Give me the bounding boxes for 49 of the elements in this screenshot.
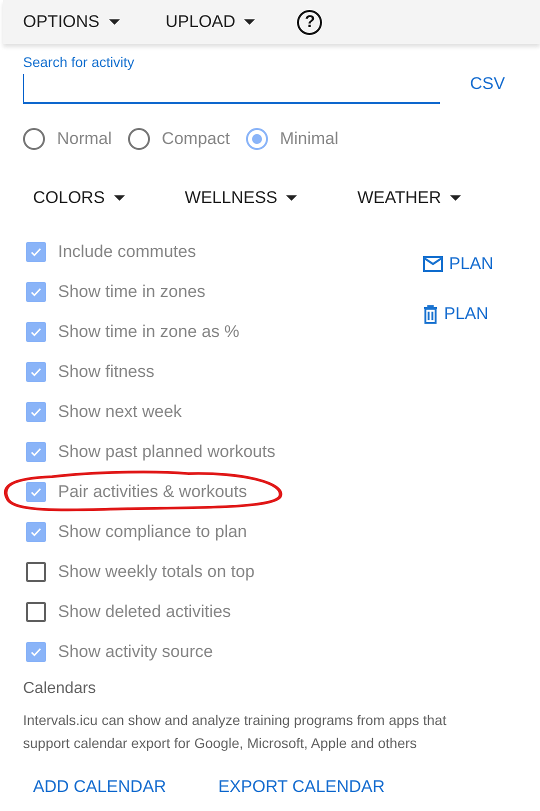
dropdown-button[interactable]: WELLNESS	[176, 182, 306, 214]
checkbox[interactable]	[26, 602, 46, 622]
checkbox[interactable]	[26, 642, 46, 662]
checkbox[interactable]	[26, 402, 46, 422]
checkbox-label[interactable]: Show time in zones	[58, 282, 206, 302]
section-heading: Calendars	[23, 680, 97, 698]
plan-button[interactable]: PLAN	[423, 304, 494, 324]
checkbox[interactable]	[26, 322, 46, 342]
checkbox[interactable]	[26, 242, 46, 262]
radio-option[interactable]: Normal	[23, 128, 112, 150]
field-label: Search for activity	[23, 54, 136, 70]
radio-button[interactable]	[246, 128, 268, 150]
menu-button[interactable]: OPTIONS	[15, 6, 128, 38]
help-button[interactable]: ?	[297, 10, 322, 34]
checkbox-label[interactable]: Show time in zone as %	[58, 322, 240, 342]
caret-icon	[286, 195, 298, 201]
calendar-button[interactable]: ADD CALENDAR	[27, 773, 172, 801]
caret-icon	[450, 195, 462, 201]
menu-button[interactable]: UPLOAD	[158, 6, 264, 38]
radio-button[interactable]	[23, 128, 45, 150]
checkbox[interactable]	[26, 562, 46, 582]
caret-icon	[108, 19, 120, 25]
checkbox-label[interactable]: Show past planned workouts	[58, 442, 276, 462]
checkbox-label[interactable]: Show compliance to plan	[58, 522, 248, 542]
dropdown-button[interactable]: COLORS	[25, 182, 133, 214]
checkbox-label[interactable]: Show fitness	[58, 362, 154, 382]
checkbox-label[interactable]: Show next week	[58, 402, 182, 422]
plan-button[interactable]: PLAN	[423, 254, 494, 274]
checkbox[interactable]	[26, 522, 46, 542]
search-field[interactable]	[23, 74, 440, 104]
checkbox[interactable]	[26, 482, 46, 502]
dropdown-button[interactable]: WEATHER	[349, 182, 470, 214]
radio-option[interactable]: Minimal	[246, 128, 338, 150]
checkbox[interactable]	[26, 442, 46, 462]
checkbox-label[interactable]: Show deleted activities	[58, 602, 231, 622]
radio-button[interactable]	[128, 128, 150, 150]
checkbox-label[interactable]: Include commutes	[58, 242, 196, 262]
checkbox[interactable]	[26, 282, 46, 302]
checkbox-label[interactable]: Show weekly totals on top	[58, 562, 255, 582]
caret-icon	[114, 195, 125, 201]
calendar-button[interactable]: EXPORT CALENDAR	[212, 773, 391, 801]
description-text: Intervals.icu can show and analyze training programs from apps that support calendar export for Google, Microsoft, Apple and others	[23, 711, 448, 753]
caret-icon	[244, 19, 256, 25]
trash-icon	[423, 304, 438, 324]
csv-button[interactable]: CSV	[462, 70, 513, 98]
radio-option[interactable]: Compact	[128, 128, 230, 150]
checkbox-label[interactable]: Show activity source	[58, 642, 213, 662]
envelope-icon	[423, 256, 443, 272]
checkbox[interactable]	[26, 362, 46, 382]
